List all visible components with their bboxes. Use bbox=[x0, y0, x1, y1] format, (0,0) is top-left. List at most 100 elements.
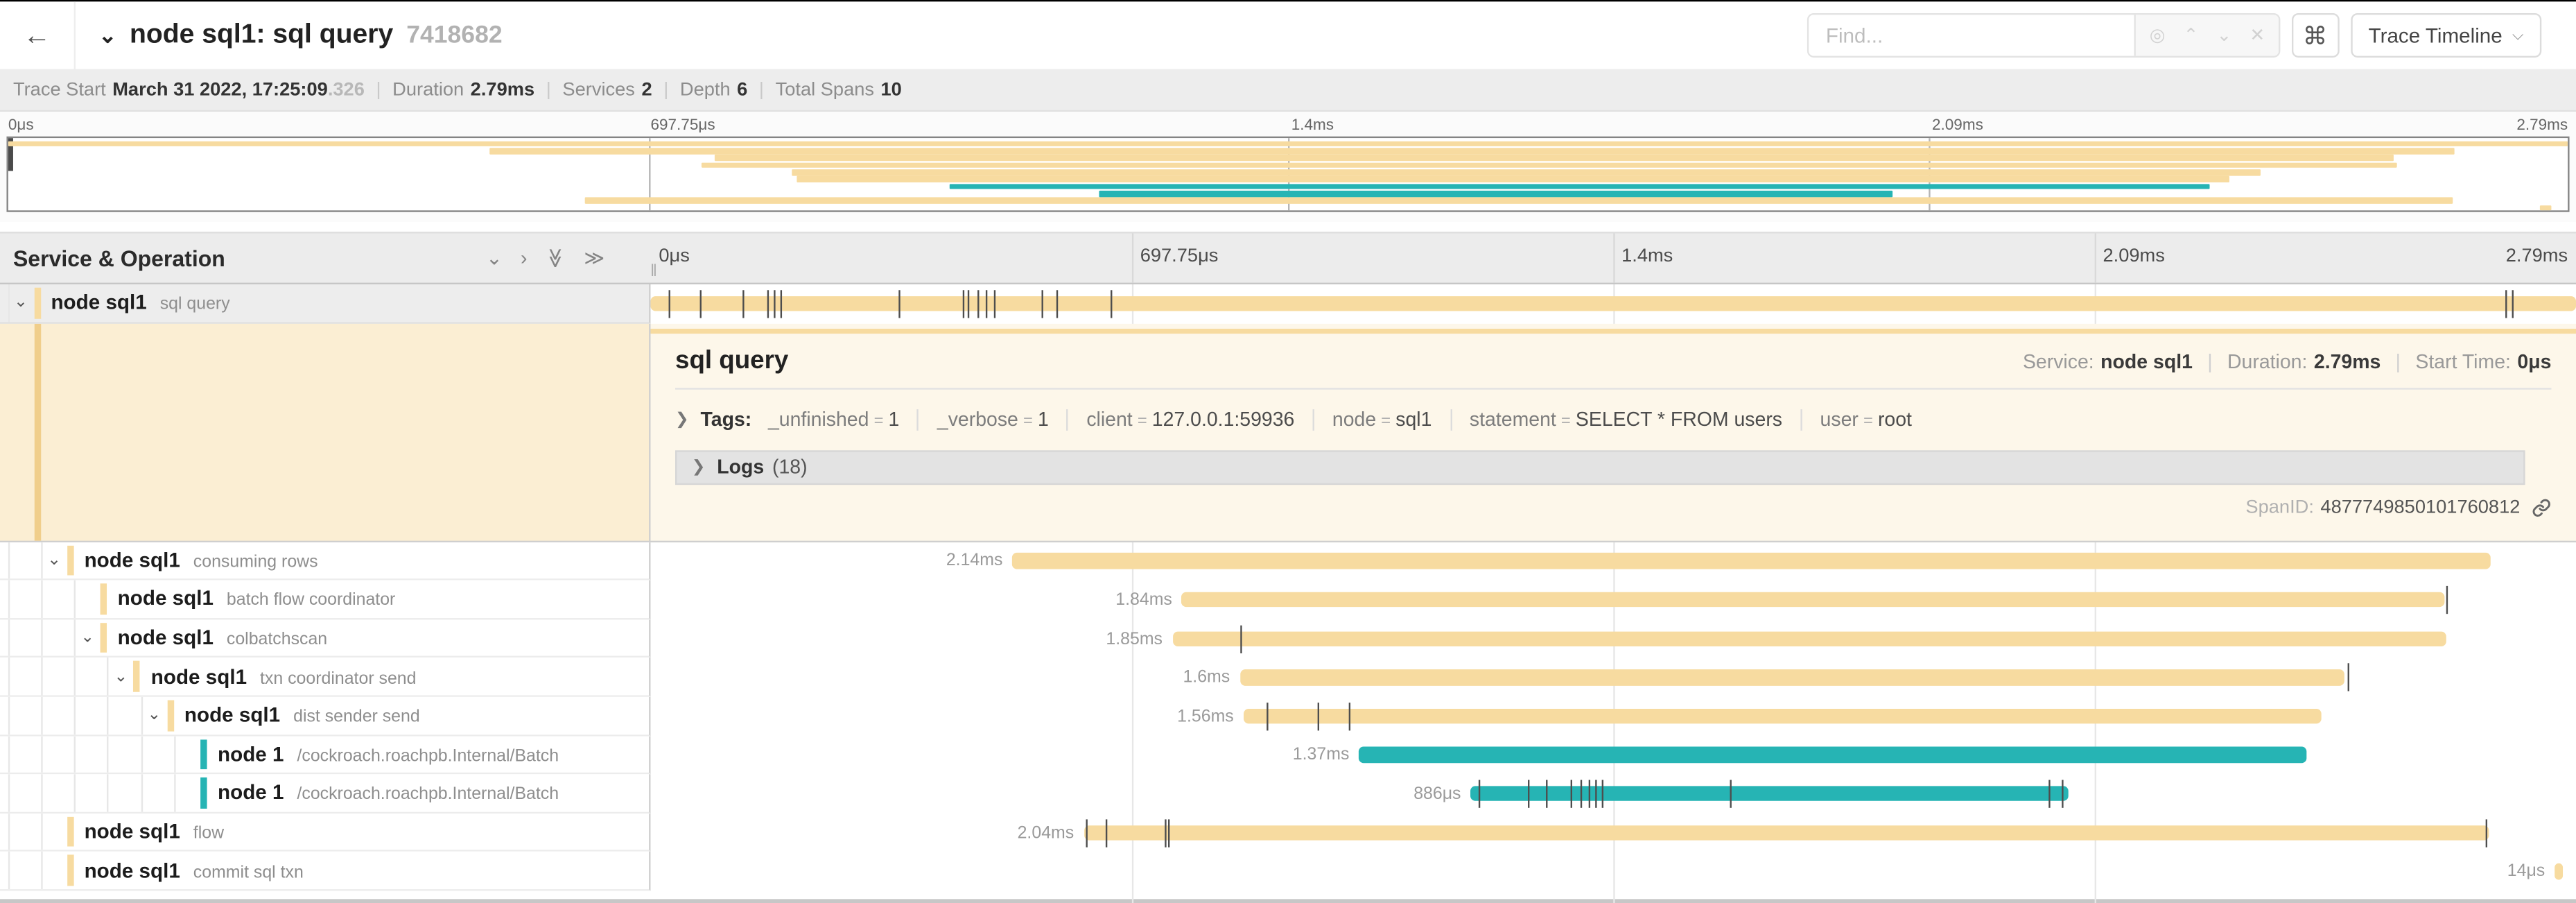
span-bar-cell[interactable]: 1.6ms bbox=[650, 658, 2576, 697]
operation-name: /cockroach.roachpb.Internal/Batch bbox=[297, 785, 559, 805]
ruler-tick-label: 1.4ms bbox=[1621, 246, 1673, 266]
span-tree-cell[interactable]: node sql1batch flow coordinator bbox=[0, 580, 650, 619]
span-row[interactable]: ⌄node sql1txn coordinator send 1.6ms bbox=[0, 658, 2576, 697]
span-tree-cell[interactable]: ⌄node sql1sql query bbox=[0, 284, 650, 323]
log-marker bbox=[2048, 780, 2050, 807]
service-name: node sql1 bbox=[85, 549, 180, 571]
deep-link-icon[interactable] bbox=[2532, 497, 2551, 517]
service-color-bar bbox=[67, 855, 73, 886]
span-bar-cell[interactable]: 14μs bbox=[650, 852, 2576, 891]
span-bar[interactable] bbox=[2555, 863, 2563, 879]
horizontal-scrollbar[interactable] bbox=[0, 899, 2576, 903]
span-bar-cell[interactable]: 1.85ms bbox=[650, 619, 2576, 658]
span-tree-cell[interactable]: ⌄node sql1dist sender send bbox=[0, 697, 650, 736]
span-tree-cell[interactable]: node 1/cockroach.roachpb.Internal/Batch bbox=[0, 736, 650, 775]
command-icon: ⌘ bbox=[2303, 21, 2328, 51]
chevron-right-icon: ❯ bbox=[675, 411, 689, 429]
span-row[interactable]: ⌄node sql1consuming rows2.14ms bbox=[0, 542, 2576, 580]
span-bar[interactable] bbox=[1084, 825, 2489, 841]
span-duration-label: 1.6ms bbox=[1183, 668, 1230, 687]
axis-tick-label: 2.79ms bbox=[2516, 117, 2568, 135]
span-row[interactable]: ⌄node sql1sql query bbox=[0, 284, 2576, 323]
jaeger-trace-page: ← ⌄ node sql1: sql query 7418682 ◎ ⌃ ⌄ ✕… bbox=[0, 0, 2576, 903]
span-bar[interactable] bbox=[1244, 708, 2322, 724]
log-marker bbox=[668, 290, 669, 318]
minimap-canvas[interactable] bbox=[6, 137, 2569, 212]
span-bar[interactable] bbox=[1182, 592, 2445, 608]
span-tree-cell[interactable]: ⌄node sql1txn coordinator send bbox=[0, 658, 650, 697]
expand-collapse-icon[interactable]: ⌄ bbox=[80, 629, 94, 647]
span-bar-cell[interactable]: 2.14ms bbox=[650, 542, 2576, 580]
trace-view-selector[interactable]: Trace Timeline ⌵ bbox=[2351, 13, 2542, 58]
log-marker bbox=[1111, 290, 1112, 318]
tag-item: client=127.0.0.1:59936 bbox=[1086, 408, 1294, 431]
operation-name: batch flow coordinator bbox=[227, 591, 395, 610]
service-name: node sql1 bbox=[85, 820, 180, 843]
log-marker bbox=[968, 290, 970, 318]
span-tree-cell[interactable]: ⌄node sql1colbatchscan bbox=[0, 619, 650, 658]
column-resizer[interactable]: ‖ bbox=[650, 263, 657, 281]
find-input[interactable] bbox=[1809, 15, 2134, 55]
axis-tick-label: 0μs bbox=[8, 117, 34, 135]
trace-title-group[interactable]: ⌄ node sql1: sql query 7418682 bbox=[98, 19, 502, 51]
clear-search-icon[interactable]: ✕ bbox=[2249, 25, 2265, 46]
span-row[interactable]: node sql1commit sql txn 14μs bbox=[0, 852, 2576, 891]
operation-name: txn coordinator send bbox=[260, 669, 417, 688]
span-bar-cell[interactable] bbox=[650, 284, 2576, 323]
log-marker bbox=[1105, 818, 1106, 846]
expand-collapse-icon[interactable]: ⌄ bbox=[148, 707, 162, 725]
span-detail-panel: sql query Service: node sql1 | Duration:… bbox=[650, 323, 2576, 542]
start-time-value: 0μs bbox=[2517, 350, 2551, 372]
collapse-all-icon[interactable]: ≫ bbox=[544, 248, 567, 268]
span-tree-cell[interactable]: node 1/cockroach.roachpb.Internal/Batch bbox=[0, 775, 650, 814]
ruler-tick-label: 2.09ms bbox=[2103, 246, 2164, 266]
minimap-span-bar bbox=[702, 162, 2396, 169]
span-row[interactable]: node 1/cockroach.roachpb.Internal/Batch1… bbox=[0, 736, 2576, 775]
span-duration-label: 14μs bbox=[2507, 861, 2545, 881]
span-row[interactable]: node sql1flow2.04ms bbox=[0, 814, 2576, 852]
trace-id-short: 7418682 bbox=[406, 22, 502, 49]
locate-icon[interactable]: ◎ bbox=[2150, 25, 2166, 46]
span-bar[interactable] bbox=[1471, 786, 2068, 802]
expand-one-icon[interactable]: › bbox=[521, 246, 527, 269]
log-marker bbox=[1267, 703, 1268, 730]
span-bar[interactable] bbox=[1239, 670, 2344, 686]
span-bar[interactable] bbox=[650, 296, 2576, 312]
log-marker bbox=[1041, 290, 1043, 318]
log-marker bbox=[993, 290, 995, 318]
span-bar[interactable] bbox=[1359, 747, 2307, 763]
prev-result-icon[interactable]: ⌃ bbox=[2184, 25, 2199, 46]
span-row[interactable]: ⌄node sql1colbatchscan1.85ms bbox=[0, 619, 2576, 658]
next-result-icon[interactable]: ⌄ bbox=[2217, 25, 2232, 46]
span-tree-cell[interactable]: ⌄node sql1consuming rows bbox=[0, 542, 650, 580]
expand-all-icon[interactable]: ≫ bbox=[584, 246, 604, 269]
trace-view-label: Trace Timeline bbox=[2369, 24, 2503, 46]
collapse-one-icon[interactable]: ⌄ bbox=[486, 246, 503, 269]
arrow-left-icon: ← bbox=[23, 19, 51, 51]
span-row[interactable]: node sql1batch flow coordinator1.84ms bbox=[0, 580, 2576, 619]
span-bar-cell[interactable]: 1.37ms bbox=[650, 736, 2576, 775]
back-button[interactable]: ← bbox=[0, 1, 76, 69]
span-bar-cell[interactable]: 886μs bbox=[650, 775, 2576, 814]
span-tree-cell[interactable]: node sql1commit sql txn bbox=[0, 852, 650, 891]
span-bar-cell[interactable]: 1.84ms bbox=[650, 580, 2576, 619]
expand-collapse-icon[interactable]: ⌄ bbox=[114, 668, 128, 686]
expand-collapse-icon[interactable]: ⌄ bbox=[14, 294, 28, 312]
expand-collapse-icon[interactable]: ⌄ bbox=[47, 551, 61, 569]
operation-name: commit sql txn bbox=[193, 862, 304, 882]
span-bar[interactable] bbox=[1013, 553, 2491, 569]
span-id-label: SpanID: bbox=[2245, 497, 2313, 517]
logs-accordion[interactable]: ❯ Logs (18) bbox=[675, 449, 2525, 484]
keyboard-shortcuts-button[interactable]: ⌘ bbox=[2291, 13, 2339, 58]
log-marker bbox=[986, 290, 987, 318]
span-row[interactable]: node 1/cockroach.roachpb.Internal/Batch8… bbox=[0, 775, 2576, 814]
service-label: Service: bbox=[2023, 350, 2094, 372]
span-bar-cell[interactable]: 2.04ms bbox=[650, 814, 2576, 852]
service-color-bar bbox=[200, 777, 207, 808]
span-bar[interactable] bbox=[1172, 631, 2447, 647]
tags-label: Tags: bbox=[701, 408, 752, 431]
tags-accordion[interactable]: ❯ Tags: _unfinished=1_verbose=1client=12… bbox=[675, 404, 2551, 435]
span-tree-cell[interactable]: node sql1flow bbox=[0, 814, 650, 852]
span-row[interactable]: ⌄node sql1dist sender send1.56ms bbox=[0, 697, 2576, 736]
span-bar-cell[interactable]: 1.56ms bbox=[650, 697, 2576, 736]
